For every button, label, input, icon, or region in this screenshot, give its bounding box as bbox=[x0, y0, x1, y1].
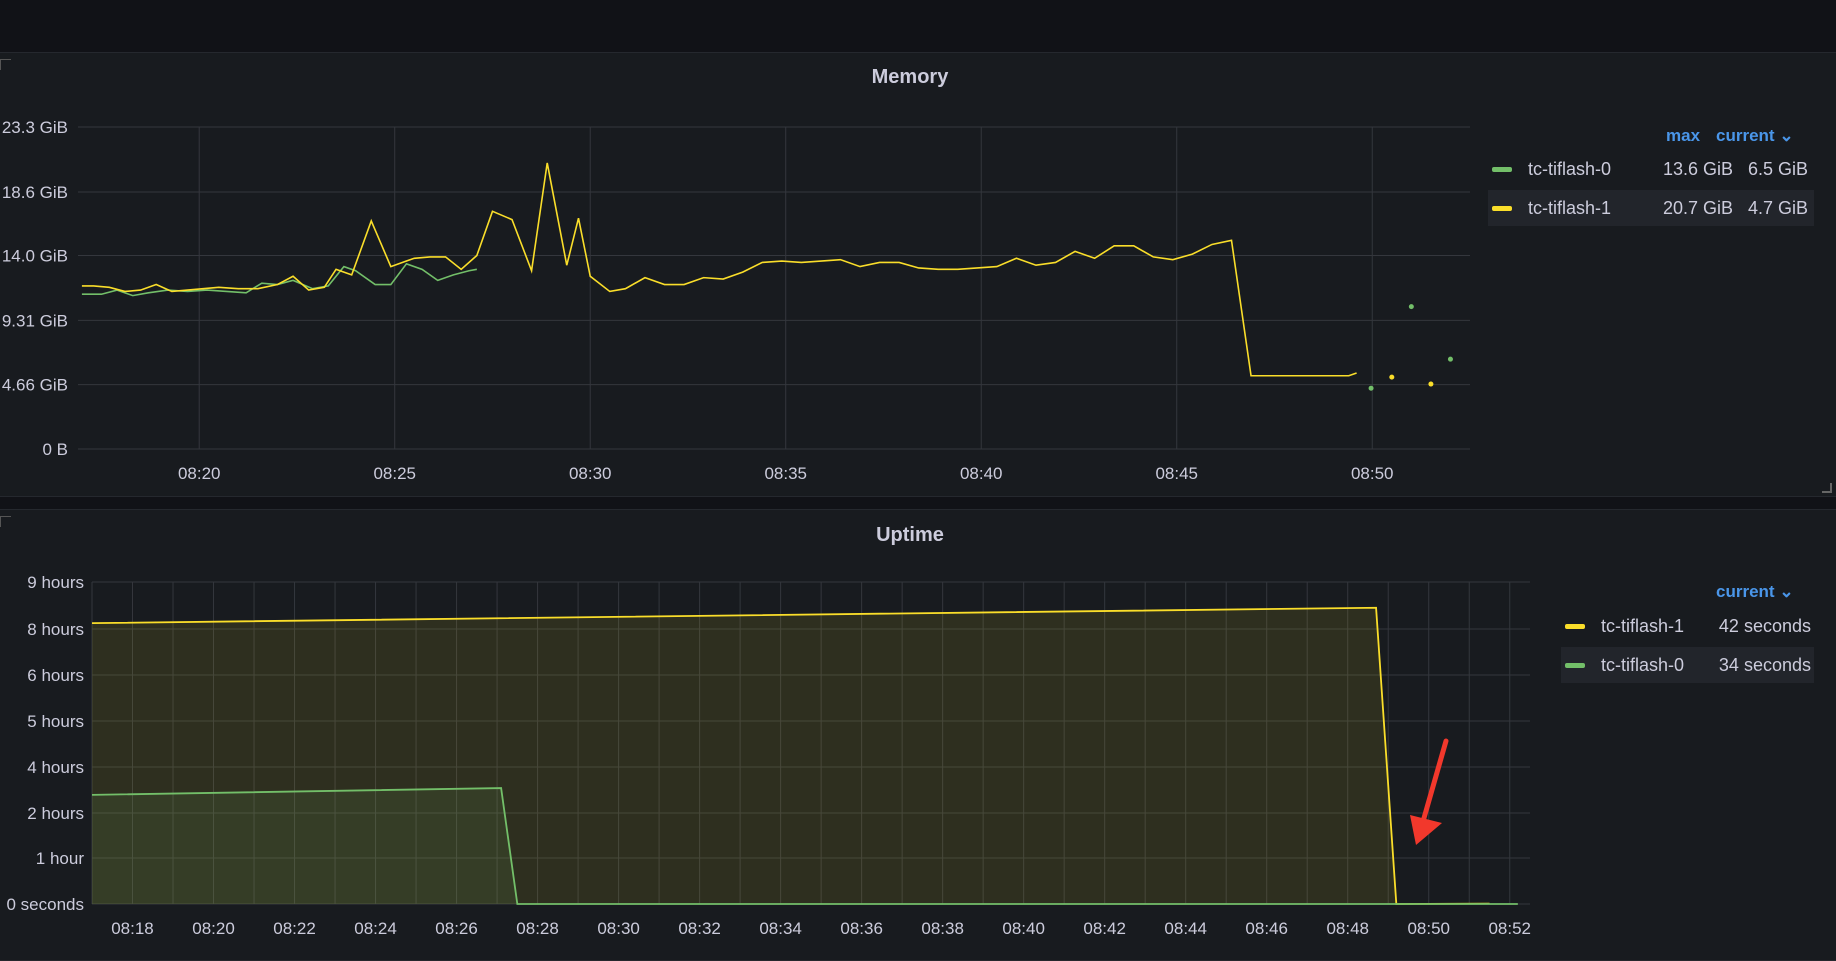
series-color-swatch bbox=[1565, 662, 1585, 668]
y-tick-label: 23.3 GiB bbox=[2, 118, 68, 137]
x-tick-label: 08:36 bbox=[840, 919, 883, 938]
x-tick-label: 08:52 bbox=[1488, 919, 1531, 938]
x-tick-label: 08:40 bbox=[1002, 919, 1045, 938]
legend-column-max[interactable]: max bbox=[1666, 126, 1700, 146]
x-tick-label: 08:30 bbox=[597, 919, 640, 938]
series-line-tc-tiflash-1 bbox=[81, 162, 1357, 377]
x-tick-label: 08:42 bbox=[1083, 919, 1126, 938]
y-tick-label: 5 hours bbox=[27, 712, 84, 731]
data-point-tc-tiflash-1 bbox=[1428, 381, 1434, 387]
annotation-arrow-head bbox=[1410, 815, 1442, 845]
series-color-swatch bbox=[1492, 205, 1512, 211]
series-line-tc-tiflash-0 bbox=[81, 262, 477, 297]
legend-series-name: tc-tiflash-0 bbox=[1601, 654, 1685, 675]
legend-current-value: 6.5 GiB bbox=[1747, 158, 1808, 179]
x-tick-label: 08:28 bbox=[516, 919, 559, 938]
x-tick-label: 08:30 bbox=[569, 464, 612, 483]
x-tick-label: 08:20 bbox=[178, 464, 221, 483]
memory-panel: Memory 0 B 4.66 GiB 9.31 GiB 14.0 GiB 18.6 G… bbox=[0, 52, 1836, 497]
legend-column-current[interactable]: current ⌄ bbox=[1716, 126, 1794, 146]
chevron-down-icon: ⌄ bbox=[1779, 126, 1794, 145]
y-tick-label: 9 hours bbox=[27, 573, 84, 592]
legend-current-value: 4.7 GiB bbox=[1747, 197, 1808, 218]
legend-item-tc-tiflash-0[interactable]: tc-tiflash-0 13.6 GiB 6.5 GiB bbox=[1488, 151, 1814, 187]
legend-max-value: 20.7 GiB bbox=[1662, 197, 1733, 218]
y-tick-label: 8 hours bbox=[27, 620, 84, 639]
y-tick-label: 6 hours bbox=[27, 666, 84, 685]
legend-item-tc-tiflash-0[interactable]: tc-tiflash-0 34 seconds bbox=[1561, 647, 1814, 683]
data-point-tc-tiflash-1 bbox=[1389, 374, 1395, 380]
x-tick-label: 08:22 bbox=[273, 919, 316, 938]
data-point-tc-tiflash-0 bbox=[1368, 385, 1374, 391]
legend-current-value: 42 seconds bbox=[1718, 615, 1811, 636]
x-tick-label: 08:50 bbox=[1351, 464, 1394, 483]
x-tick-label: 08:45 bbox=[1155, 464, 1198, 483]
legend-max-value: 13.6 GiB bbox=[1662, 158, 1733, 179]
x-tick-label: 08:40 bbox=[960, 464, 1003, 483]
y-tick-label: 0 B bbox=[42, 440, 68, 459]
legend-series-name: tc-tiflash-1 bbox=[1601, 615, 1685, 636]
y-tick-label: 4.66 GiB bbox=[2, 376, 68, 395]
y-tick-label: 4 hours bbox=[27, 758, 84, 777]
x-tick-label: 08:35 bbox=[764, 464, 807, 483]
uptime-panel: Uptime 0 seconds 1 hour 2 hours 4 hours 5 ho… bbox=[0, 509, 1836, 961]
x-tick-label: 08:32 bbox=[678, 919, 721, 938]
y-tick-label: 1 hour bbox=[36, 849, 85, 868]
x-tick-label: 08:44 bbox=[1164, 919, 1207, 938]
x-tick-label: 08:50 bbox=[1407, 919, 1450, 938]
x-tick-label: 08:18 bbox=[111, 919, 154, 938]
memory-chart: 0 B 4.66 GiB 9.31 GiB 14.0 GiB 18.6 GiB 23.3 … bbox=[2, 118, 1470, 483]
x-tick-label: 08:38 bbox=[921, 919, 964, 938]
data-point-tc-tiflash-0 bbox=[1408, 304, 1414, 310]
y-tick-label: 9.31 GiB bbox=[2, 311, 68, 330]
legend-item-tc-tiflash-1[interactable]: tc-tiflash-1 42 seconds bbox=[1561, 608, 1814, 644]
x-tick-label: 08:26 bbox=[435, 919, 478, 938]
legend-item-tc-tiflash-1[interactable]: tc-tiflash-1 20.7 GiB 4.7 GiB bbox=[1488, 190, 1814, 226]
legend-column-current[interactable]: current ⌄ bbox=[1716, 582, 1794, 602]
x-tick-label: 08:20 bbox=[192, 919, 235, 938]
y-tick-label: 0 seconds bbox=[7, 895, 85, 914]
x-tick-label: 08:48 bbox=[1326, 919, 1369, 938]
x-tick-label: 08:34 bbox=[759, 919, 802, 938]
series-color-swatch bbox=[1565, 623, 1585, 629]
uptime-chart: 0 seconds 1 hour 2 hours 4 hours 5 hours 6 ho… bbox=[7, 573, 1532, 938]
y-tick-label: 18.6 GiB bbox=[2, 183, 68, 202]
y-tick-label: 2 hours bbox=[27, 804, 84, 823]
series-color-swatch bbox=[1492, 166, 1512, 172]
y-tick-label: 14.0 GiB bbox=[2, 247, 68, 266]
annotation-arrow-shaft bbox=[1419, 738, 1449, 828]
x-tick-label: 08:46 bbox=[1245, 919, 1288, 938]
legend-series-name: tc-tiflash-1 bbox=[1528, 197, 1612, 218]
dashboard-top-bar bbox=[0, 0, 1836, 53]
legend-current-value: 34 seconds bbox=[1718, 654, 1811, 675]
x-tick-label: 08:24 bbox=[354, 919, 397, 938]
data-point-tc-tiflash-0 bbox=[1447, 356, 1453, 362]
panel-resize-handle[interactable] bbox=[1822, 483, 1832, 493]
x-tick-label: 08:25 bbox=[373, 464, 416, 483]
chevron-down-icon: ⌄ bbox=[1779, 582, 1794, 601]
legend-series-name: tc-tiflash-0 bbox=[1528, 158, 1612, 179]
